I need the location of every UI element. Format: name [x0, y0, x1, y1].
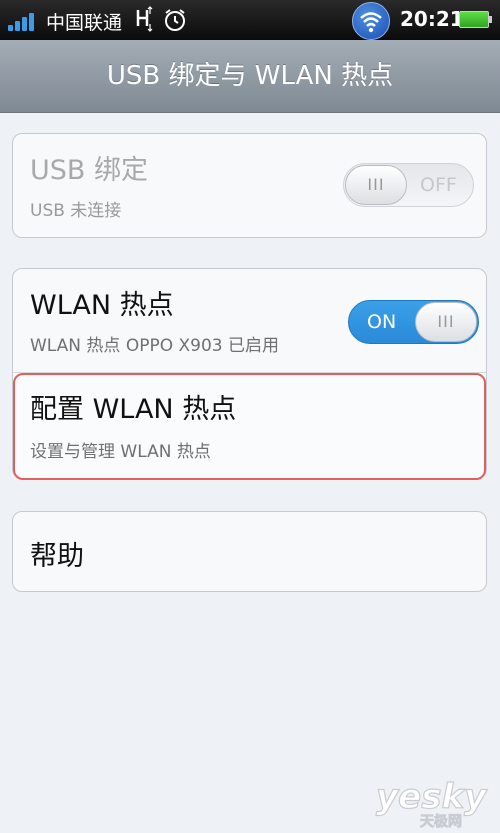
- help-card[interactable]: 帮助: [12, 511, 487, 592]
- status-bar: 中国联通 20:21: [0, 0, 500, 40]
- configure-hotspot-title: 配置 WLAN 热点: [30, 394, 237, 425]
- usb-tethering-summary: USB 未连接: [30, 201, 122, 221]
- signal-icon: [8, 11, 38, 31]
- wlan-hotspot-summary: WLAN 热点 OPPO X903 已启用: [30, 336, 279, 356]
- title-bar: USB 绑定与 WLAN 热点: [0, 40, 500, 113]
- toggle-state-label: OFF: [420, 174, 457, 196]
- wlan-hotspot-title: WLAN 热点: [30, 290, 174, 321]
- wlan-hotspot-toggle[interactable]: ON III: [348, 300, 479, 344]
- yesky-watermark-logo: yesky 天极网: [375, 776, 488, 830]
- toggle-state-label: ON: [367, 311, 397, 333]
- usb-tethering-title: USB 绑定: [30, 155, 149, 186]
- wlan-hotspot-group: WLAN 热点 WLAN 热点 OPPO X903 已启用 ON III 配置 …: [12, 268, 487, 480]
- help-title: 帮助: [30, 541, 84, 572]
- battery-icon: [459, 11, 492, 28]
- toggle-knob[interactable]: III: [345, 165, 407, 205]
- usb-tethering-toggle[interactable]: III OFF: [343, 163, 474, 207]
- alarm-icon: [165, 9, 185, 31]
- svg-text:yesky: yesky: [376, 777, 488, 817]
- wlan-hotspot-row[interactable]: WLAN 热点 WLAN 热点 OPPO X903 已启用 ON III: [13, 269, 486, 372]
- svg-text:天极网: 天极网: [420, 813, 462, 830]
- page-title: USB 绑定与 WLAN 热点: [106, 61, 394, 91]
- carrier-name: 中国联通: [46, 12, 123, 34]
- h-network-icon: [136, 6, 153, 32]
- toggle-knob[interactable]: III: [415, 302, 477, 342]
- wifi-hotspot-icon: [352, 2, 390, 40]
- usb-tethering-card[interactable]: USB 绑定 USB 未连接 III OFF: [12, 133, 487, 238]
- configure-hotspot-row[interactable]: 配置 WLAN 热点 设置与管理 WLAN 热点: [13, 373, 486, 480]
- clock: 20:21: [400, 7, 464, 31]
- configure-hotspot-summary: 设置与管理 WLAN 热点: [30, 442, 211, 462]
